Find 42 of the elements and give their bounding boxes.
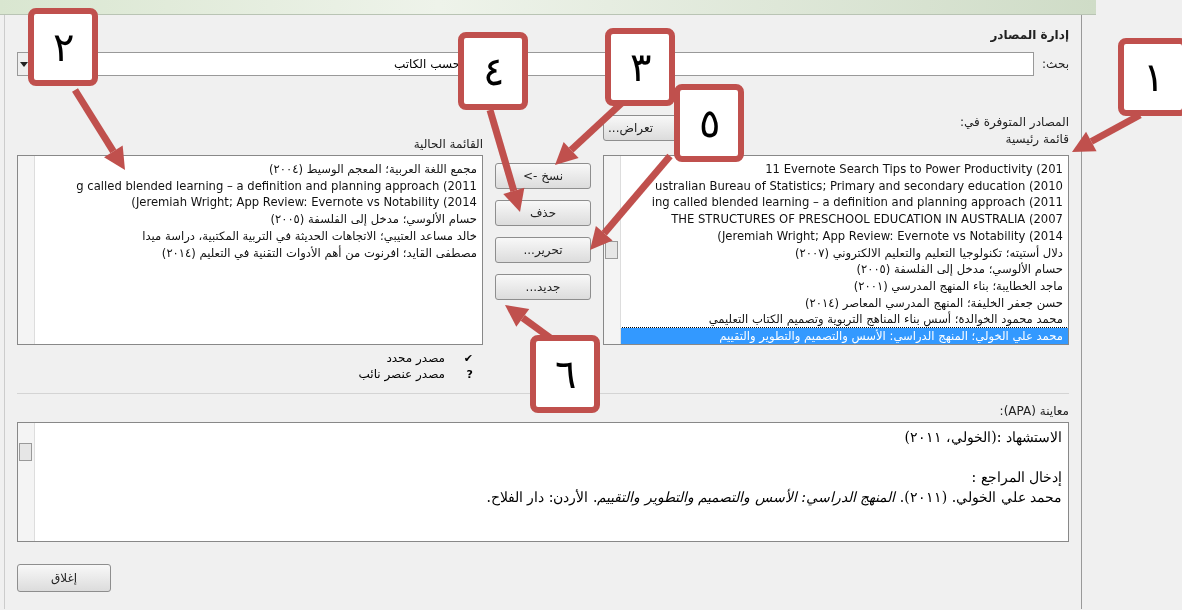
number-callout-tooltip: ٥: [674, 84, 744, 162]
source-list-item[interactable]: دلال أستيته؛ تكنولوجيا التعليم والتعليم الالكتروني (٢٠٠٧): [621, 244, 1068, 262]
source-list-item[interactable]: 11 Evernote Search Tips to Power Productivity (201: [621, 161, 1068, 178]
source-list-item[interactable]: حسام الألوسي؛ مدخل إلى الفلسفة (٢٠٠٥): [35, 211, 482, 228]
source-list-item[interactable]: محمد محمود الخوالدة؛ أسس بناء المناهج التربوية وتصميم الكتاب التعليمي: [621, 311, 1068, 329]
source-list-item[interactable]: g called blended learning – a definition and planning approach (2011: [35, 177, 482, 195]
source-list-item[interactable]: ustralian Bureau of Statistics; Primary and secondary education (2010: [621, 177, 1068, 195]
source-list-item[interactable]: THE STRUCTURES OF PRESCHOOL EDUCATION IN AUSTRALIA (2007: [621, 211, 1068, 228]
action-button[interactable]: تحرير...: [495, 237, 591, 263]
source-list-item[interactable]: حسام الألوسي؛ مدخل إلى الفلسفة (٢٠٠٥): [621, 261, 1068, 278]
scrollbar[interactable]: [18, 156, 35, 344]
number-callout-tooltip: ٤: [458, 32, 528, 110]
preview-label: معاينة (APA):: [998, 404, 1069, 418]
citation-text: الاستشهاد :(الخولي، ٢٠١١): [903, 428, 1062, 447]
close-button[interactable]: إغلاق: [17, 564, 111, 592]
reference-text: محمد علي الخولي. (٢٠١١). المنهج الدراسي: الأسس والتصميم والتطوير والتقييم. الأردن: دار الفلاح.: [485, 487, 1062, 507]
number-callout-tooltip: ٣: [605, 28, 675, 106]
number-callout-tooltip: ٦: [530, 335, 600, 413]
scrollbar[interactable]: [18, 423, 35, 541]
source-list-item[interactable]: مجمع اللغة العربية؛ المعجم الوسيط (٢٠٠٤): [35, 161, 482, 178]
action-button[interactable]: نسخ ->: [495, 163, 591, 189]
search-label: بحث:: [1042, 57, 1069, 71]
legend-symbol: ?: [465, 367, 473, 381]
number-callout-tooltip: ٢: [28, 8, 98, 86]
legend-text: مصدر عنصر نائب: [358, 367, 445, 381]
action-button[interactable]: حذف: [495, 200, 591, 226]
source-list-item[interactable]: ing called blended learning – a definition and planning approach (2011: [621, 194, 1068, 212]
source-list-item[interactable]: ماجد الخطايبة؛ بناء المنهج المدرسي (٢٠٠١): [621, 277, 1068, 295]
source-list-item[interactable]: (Jeremiah Wright; App Review: Evernote vs Notability (2014: [621, 227, 1068, 245]
legend-symbol: ✔: [463, 351, 473, 365]
source-list-item[interactable]: حسن جعفر الخليفة؛ المنهج المدرسي المعاصر (٢٠١٤): [621, 294, 1068, 312]
current-list-label: القائمة الحالية: [413, 137, 483, 151]
source-list-item[interactable]: خالد مساعد العتيبي؛ الاتجاهات الحديثة في التربية المكتبية، دراسة ميدا: [35, 227, 482, 245]
legend-text: مصدر محدد: [386, 351, 445, 365]
available-sources-label: المصادر المتوفرة في:: [960, 115, 1069, 129]
action-button[interactable]: جديد...: [495, 274, 591, 300]
master-list-label: قائمة رئيسية: [1004, 132, 1069, 146]
source-list-item[interactable]: مصطفى القايد؛ افرنوت من أهم الأدوات التقنية في التعليم (٢٠١٤): [35, 244, 482, 262]
source-list-item[interactable]: (Jeremiah Wright; App Review: Evernote vs Notability (2014: [35, 194, 482, 212]
number-callout-tooltip: ١: [1118, 38, 1182, 116]
bibliography-label: إدخال المراجع :: [970, 468, 1062, 487]
scrollbar[interactable]: [604, 156, 621, 344]
